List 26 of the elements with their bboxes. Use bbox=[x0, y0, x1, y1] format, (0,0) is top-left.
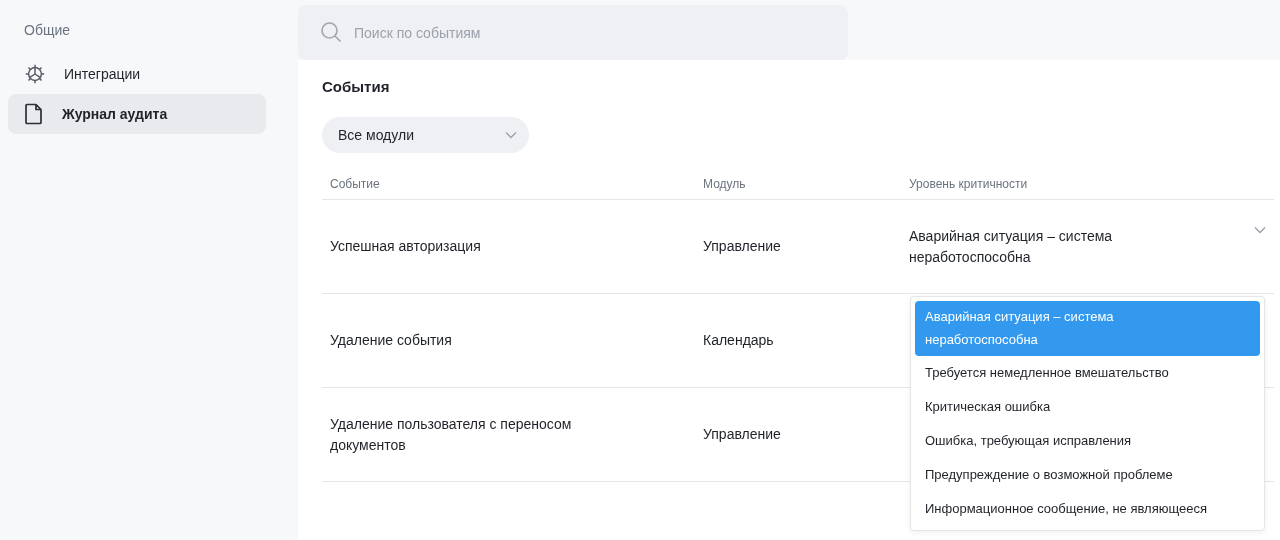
table-cell: Управление bbox=[703, 238, 781, 254]
search-field[interactable]: Поиск по событиям bbox=[298, 5, 848, 60]
column-header: Событие bbox=[322, 177, 695, 200]
column-header: Уровень критичности bbox=[901, 177, 1274, 200]
menu-option[interactable]: Требуется немедленное вмешательство bbox=[915, 356, 1260, 390]
chevron-icon bbox=[1254, 225, 1266, 234]
module-dropdown[interactable]: Все модули bbox=[322, 117, 529, 153]
menu-option[interactable]: Ошибка, требующая исправления bbox=[915, 424, 1260, 458]
table-cell-text: Удаление пользователя с переносом документов bbox=[330, 414, 573, 455]
menu-option[interactable]: Предупреждение о возможной проблеме bbox=[915, 458, 1260, 492]
document-icon bbox=[24, 103, 44, 125]
table-cell-text: Успешная авторизация bbox=[330, 237, 481, 256]
table-cell: Управление bbox=[703, 426, 781, 442]
sidebar-item[interactable]: Журнал аудита bbox=[8, 94, 266, 134]
search-icon bbox=[320, 21, 342, 43]
chevron-icon bbox=[505, 131, 517, 139]
table-cell: Календарь bbox=[703, 332, 774, 348]
table-cell-text: Удаление события bbox=[330, 331, 452, 350]
sidebar-item[interactable]: Интеграции bbox=[8, 54, 266, 94]
gear-icon bbox=[24, 63, 46, 85]
section-title: События bbox=[322, 78, 391, 95]
menu-option[interactable]: Информационное сообщение, не являющееся bbox=[915, 492, 1260, 526]
section-label: Общие bbox=[23, 22, 72, 38]
column-header: Модуль bbox=[695, 177, 901, 200]
severity-select[interactable]: Аварийная ситуация – система неработоспособна bbox=[909, 225, 1149, 268]
menu-option[interactable]: Критическая ошибка bbox=[915, 390, 1260, 424]
